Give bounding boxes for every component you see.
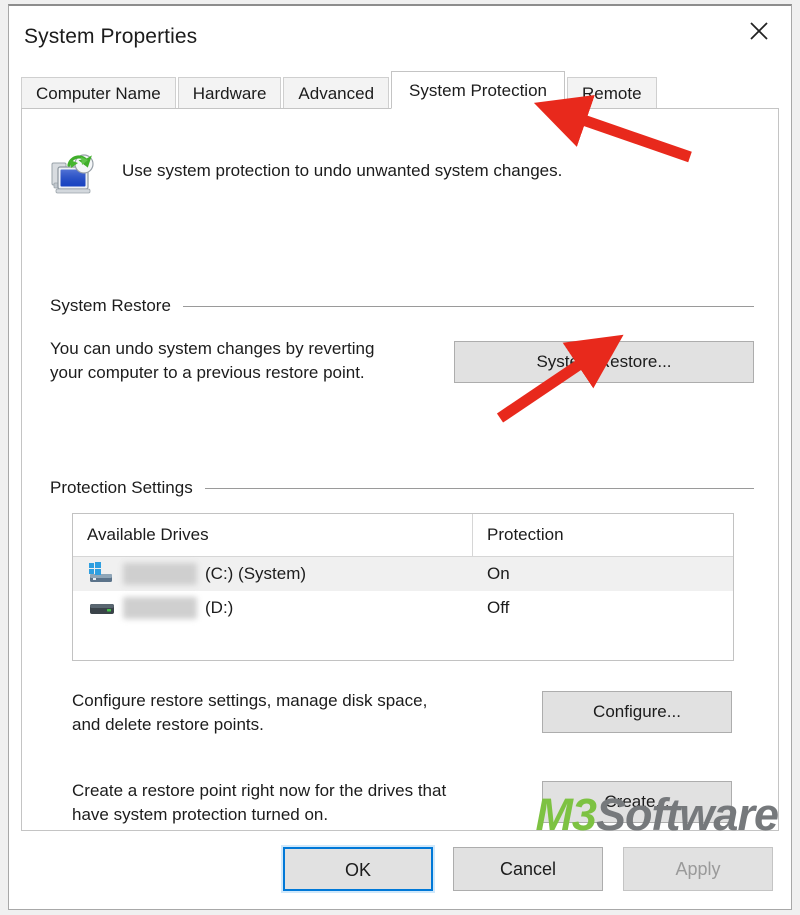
drive-label: (C:) (System)	[205, 564, 307, 583]
tab-strip: Computer Name Hardware Advanced System P…	[21, 71, 779, 109]
protection-status: On	[487, 564, 510, 583]
close-button[interactable]	[727, 6, 791, 56]
system-protection-icon	[50, 153, 98, 204]
panel-intro: Use system protection to undo unwanted s…	[50, 153, 754, 204]
windows-drive-icon	[87, 562, 121, 586]
configure-description-line2: and delete restore points.	[72, 715, 264, 735]
protection-settings-group-label: Protection Settings	[50, 478, 193, 497]
drives-table-header: Available Drives Protection	[73, 514, 733, 557]
system-restore-description-line1: You can undo system changes by reverting	[50, 339, 375, 358]
table-row[interactable]: (D:) Off	[73, 591, 733, 625]
create-description-line2: have system protection turned on.	[72, 805, 329, 825]
create-button[interactable]: Create...	[542, 781, 732, 823]
system-restore-group-label: System Restore	[50, 296, 171, 315]
hard-drive-icon	[87, 596, 121, 620]
system-properties-dialog: System Properties Computer Name Hardware…	[8, 4, 792, 910]
protection-settings-group-header: Protection Settings	[50, 478, 754, 498]
system-restore-description: You can undo system changes by reverting…	[50, 337, 374, 385]
configure-row: Configure restore settings, manage disk …	[50, 689, 754, 737]
ok-button[interactable]: OK	[281, 845, 435, 893]
create-description: Create a restore point right now for the…	[72, 779, 446, 827]
create-row: Create a restore point right now for the…	[50, 779, 754, 827]
system-restore-button[interactable]: System Restore...	[454, 341, 754, 383]
system-restore-description-line2: your computer to a previous restore poin…	[50, 363, 365, 383]
configure-description-line1: Configure restore settings, manage disk …	[72, 691, 428, 710]
tab-system-protection[interactable]: System Protection	[391, 71, 565, 109]
table-row[interactable]: (C:) (System) On	[73, 557, 733, 591]
configure-description: Configure restore settings, manage disk …	[72, 689, 427, 737]
configure-button[interactable]: Configure...	[542, 691, 732, 733]
tab-advanced[interactable]: Advanced	[283, 77, 390, 108]
close-icon	[747, 19, 771, 43]
panel-intro-text: Use system protection to undo unwanted s…	[122, 161, 563, 180]
title-bar: System Properties	[9, 6, 791, 72]
redacted-drive-label	[123, 563, 197, 585]
apply-button[interactable]: Apply	[623, 847, 773, 891]
drive-label: (D:)	[205, 598, 234, 617]
tab-hardware[interactable]: Hardware	[177, 77, 282, 108]
group-divider	[204, 487, 754, 489]
redacted-drive-label	[123, 597, 197, 619]
system-protection-panel: Use system protection to undo unwanted s…	[21, 108, 779, 831]
screenshot-root: System Properties Computer Name Hardware…	[0, 0, 800, 915]
drive-cell: (D:)	[73, 596, 473, 620]
available-drives-list[interactable]: Available Drives Protection (C:) (System…	[72, 513, 734, 661]
tab-remote[interactable]: Remote	[567, 77, 657, 108]
dialog-footer: OK Cancel Apply	[9, 831, 791, 909]
dialog-button-row: OK Cancel Apply	[281, 845, 773, 893]
protection-status: Off	[487, 598, 510, 617]
column-header-protection: Protection	[487, 525, 564, 544]
drive-cell: (C:) (System)	[73, 562, 473, 586]
window-title: System Properties	[24, 25, 198, 48]
create-description-line1: Create a restore point right now for the…	[72, 781, 447, 800]
group-divider	[182, 305, 754, 307]
system-restore-row: You can undo system changes by reverting…	[50, 337, 754, 385]
cancel-button[interactable]: Cancel	[453, 847, 603, 891]
tab-computer-name[interactable]: Computer Name	[21, 77, 176, 108]
system-restore-group-header: System Restore	[50, 296, 754, 316]
column-header-available-drives: Available Drives	[73, 514, 473, 556]
